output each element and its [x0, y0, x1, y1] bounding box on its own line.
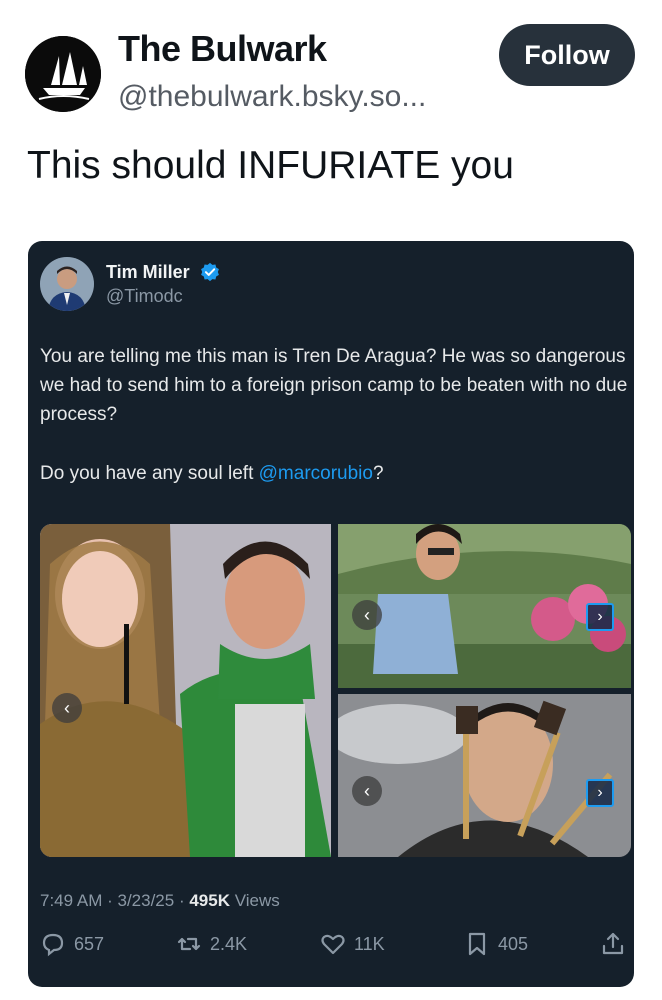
quoted-post-card[interactable]: Tim Miller @Timodc You are telling me th…	[28, 241, 634, 987]
quoted-author-handle[interactable]: @Timodc	[106, 286, 183, 307]
separator: ·	[174, 891, 190, 910]
media-grid[interactable]: ‹ ‹ › ‹ ›	[40, 524, 631, 857]
media-image-3[interactable]	[338, 694, 631, 857]
reply-button[interactable]: 657	[40, 931, 104, 957]
author-avatar[interactable]	[25, 36, 101, 112]
pirate-ship-icon	[25, 36, 101, 112]
post-time[interactable]: 7:49 AM	[40, 891, 102, 910]
action-bar: 657 2.4K 11K 405	[28, 931, 634, 963]
post-metadata: 7:49 AM · 3/23/25 · 495K Views	[40, 891, 280, 911]
reply-count: 657	[74, 933, 105, 954]
verified-badge-icon	[201, 262, 219, 282]
profile-photo	[40, 257, 94, 311]
quoted-author-avatar[interactable]	[40, 257, 94, 311]
quoted-text-suffix: ?	[372, 463, 384, 484]
bookmark-count: 405	[498, 933, 529, 954]
previous-image-button-3[interactable]: ‹	[352, 776, 382, 806]
quoted-text-paragraph-2: Do you have any soul left @marcorubio?	[40, 463, 384, 485]
quoted-text-prefix: Do you have any soul left	[40, 463, 259, 484]
repost-button[interactable]: 2.4K	[176, 931, 247, 957]
like-button[interactable]: 11K	[320, 931, 385, 957]
separator: ·	[102, 891, 118, 910]
quoted-text-paragraph-1: You are telling me this man is Tren De A…	[40, 346, 628, 425]
repost-count: 2.4K	[210, 933, 248, 954]
post-date[interactable]: 3/23/25	[117, 891, 174, 910]
previous-image-button-2[interactable]: ‹	[352, 600, 382, 630]
views-count: 495K	[189, 891, 230, 910]
author-handle[interactable]: @thebulwark.bsky.so...	[118, 80, 426, 114]
reply-icon	[42, 933, 64, 957]
post-text: This should INFURIATE you	[27, 144, 514, 187]
share-icon	[602, 932, 624, 955]
repost-icon	[177, 937, 201, 951]
views-label: Views	[229, 891, 280, 910]
next-image-button-2[interactable]: ›	[586, 779, 614, 807]
previous-image-button[interactable]: ‹	[52, 693, 82, 723]
next-image-button[interactable]: ›	[586, 603, 614, 631]
bookmark-button[interactable]: 405	[464, 931, 528, 957]
share-button[interactable]	[600, 931, 626, 957]
quoted-author-name[interactable]: Tim Miller	[106, 262, 190, 283]
bookmark-icon	[468, 932, 486, 956]
heart-icon	[321, 934, 345, 955]
mention-link[interactable]: @marcorubio	[259, 463, 373, 484]
like-count: 11K	[354, 933, 385, 954]
author-name[interactable]: The Bulwark	[118, 28, 327, 70]
follow-button[interactable]: Follow	[499, 24, 635, 86]
media-image-1[interactable]	[40, 524, 331, 857]
